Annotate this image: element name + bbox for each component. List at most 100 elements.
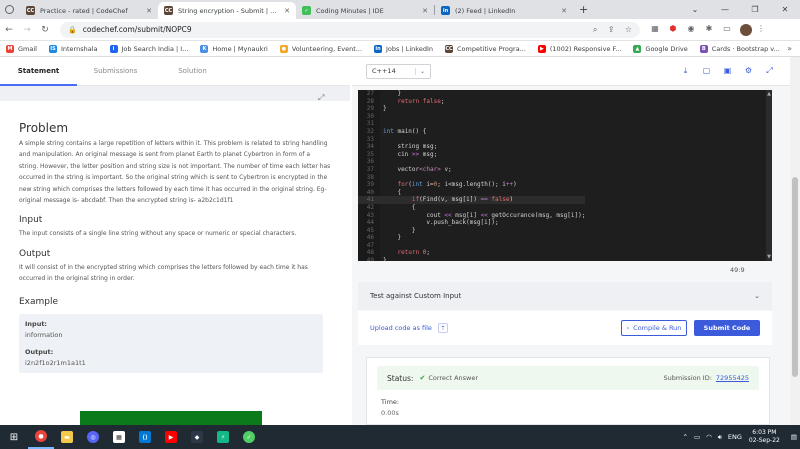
custom-input-toggle[interactable]: Test against Custom Input ⌄ [358,282,772,310]
code-line[interactable]: 43 cout << msg[i] << getOccurance(msg, m… [358,212,586,220]
code-line[interactable]: 32 int main() { [358,128,585,136]
battery-icon[interactable]: ▭ [694,433,700,441]
submit-code-button[interactable]: Submit Code [694,320,760,336]
language-indicator[interactable]: ENG [728,433,742,441]
back-button[interactable]: ← [0,25,18,35]
browser-tab[interactable]: CC Practice - rated | CodeChef ✕ [20,2,158,19]
restore-button[interactable]: ❐ [740,5,770,14]
puzzle-icon[interactable]: ✱ [702,24,716,35]
bookmark-item[interactable]: in Jobs | LinkedIn [374,44,433,53]
notification-icon[interactable]: ▤ [791,433,797,441]
scroll-down-icon[interactable]: ▼ [766,254,772,260]
bookmark-item[interactable]: ▲ Google Drive [633,44,688,53]
chevron-up-icon[interactable]: ⌃ [683,433,688,441]
minimize-button[interactable]: — [710,5,740,14]
tab-submissions[interactable]: Submissions [77,67,154,75]
vscode-icon[interactable]: ⟨⟩ [132,425,158,449]
close-window-button[interactable]: ✕ [770,5,800,14]
menu-icon[interactable]: ⋮ [754,24,768,35]
discord-icon[interactable]: ◎ [80,425,106,449]
url-text[interactable]: codechef.com/submit/NOPC9 [83,25,585,34]
editor-scrollbar[interactable]: ▲ ▼ [766,90,772,261]
forward-button[interactable]: → [18,25,36,35]
save-icon[interactable]: ▣ [721,66,734,77]
upload-icon[interactable]: ⇡ [437,323,448,333]
code-line[interactable]: 49} [358,257,585,261]
code-line[interactable]: 42 { [358,204,585,212]
scroll-up-icon[interactable]: ▲ [766,91,772,97]
code-line[interactable]: 33 [358,136,585,144]
code-line[interactable]: 27 } [358,90,585,98]
red-extension-icon[interactable]: ⬢ [666,24,680,35]
code-line[interactable]: 29} [358,105,585,113]
code-line[interactable]: 41 if(Find(v, msg[i]) == false) [358,196,586,204]
tab-solution[interactable]: Solution [154,67,231,75]
code-line[interactable]: 47 [358,242,585,250]
code-line[interactable]: 30 [358,113,585,121]
bookmark-item[interactable]: CC Competitive Progra... [445,44,526,53]
code-editor[interactable]: 27 } 28 return false; 29} 30 31 32 int main() … [358,90,772,261]
tab-search-icon[interactable]: ⌄ [680,5,710,14]
code-line[interactable]: 34 string msg; [358,143,585,151]
address-bar[interactable]: 🔒 codechef.com/submit/NOPC9 ⌕ ⇪ ☆ [60,21,640,38]
calendar-icon[interactable]: ▦ [106,425,132,449]
code-line[interactable]: 45 } [358,227,585,235]
app-icon[interactable]: ⚡ [210,425,236,449]
bookmark-item[interactable]: ● Volunteering, Event... [279,44,362,53]
volume-icon[interactable]: 🔊︎ [718,433,722,442]
tab-statement[interactable]: Statement [0,67,77,75]
close-tab-icon[interactable]: ✕ [284,7,290,15]
page-scroll-thumb[interactable] [792,177,798,377]
lock-icon[interactable]: 🔒 [68,26,77,34]
settings-icon[interactable]: ⚙ [742,66,755,77]
code-line[interactable]: 46 } [358,234,585,242]
clock[interactable]: 6:03 PM 02-Sep-22 [749,429,780,445]
submission-id-link[interactable]: 72955425 [716,374,749,382]
bookmark-item[interactable]: B Cards · Bootstrap v... [699,44,780,53]
upload-code-link[interactable]: Upload code as file ⇡ [370,323,448,333]
browser-tab[interactable]: in (2) Feed | LinkedIn ✕ [435,2,573,19]
language-select[interactable]: C++14 ⌄ [366,63,431,79]
comment-icon[interactable]: ▢ [700,66,713,77]
code-line[interactable]: 40 { [358,189,585,197]
share-icon[interactable]: ⇪ [608,25,615,34]
profile-avatar[interactable] [740,23,752,36]
reload-button[interactable]: ↻ [36,25,54,35]
code-line[interactable]: 31 [358,120,585,128]
more-bookmarks-icon[interactable]: » [787,44,792,53]
bookmark-item[interactable]: IS Internshala [48,44,98,53]
fullscreen-icon[interactable]: ⤢ [763,66,776,77]
browser-tab[interactable]: CC String encryption - Submit | Code ✕ [158,2,296,19]
bookmark-item[interactable]: M Gmail [6,44,37,53]
shield-icon[interactable]: ◆ [184,425,210,449]
code-line[interactable]: 37 vector<char> v; [358,166,585,174]
browser-tab[interactable]: ✓ Coding Minutes | IDE ✕ [296,2,434,19]
window-menu-icon[interactable] [5,5,14,14]
page-scrollbar[interactable] [790,57,800,425]
code-line[interactable]: 36 [358,158,585,166]
reading-list-icon[interactable]: ▭ [720,24,734,35]
bookmark-item[interactable]: K Home | Mynaukri [200,44,268,53]
youtube-icon[interactable]: ▶ [158,425,184,449]
download-icon[interactable]: ⤓ [679,66,692,77]
code-line[interactable]: 38 [358,174,585,182]
wifi-icon[interactable]: ◠ [706,433,712,441]
expand-icon[interactable]: ⤢ [318,93,324,103]
new-tab-button[interactable]: + [579,3,588,16]
close-tab-icon[interactable]: ✕ [561,7,567,15]
close-tab-icon[interactable]: ✕ [146,7,152,15]
code-line[interactable]: 44 v.push_back(msg[i]); [358,219,585,227]
green-app-icon[interactable]: ✓ [236,425,262,449]
code-line[interactable]: 39 for(int i=0; i<msg.length(); i++) [358,181,585,189]
windows-start-icon[interactable]: ⊞ [0,432,28,443]
code-line[interactable]: 35 cin >> msg; [358,151,585,159]
bookmark-item[interactable]: ▶ (1002) Responsive F... [537,44,621,53]
code-line[interactable]: 28 return false; [358,98,585,106]
chrome-icon[interactable]: ● [28,425,54,449]
lock-extension-icon[interactable]: ◉ [684,24,698,35]
bookmark-star-icon[interactable]: ☆ [625,25,632,34]
code-lines[interactable]: 27 } 28 return false; 29} 30 31 32 int main() … [358,90,586,261]
bookmark-item[interactable]: i Job Search India | I... [109,44,188,53]
code-line[interactable]: 48 return 0; [358,249,585,257]
grid-extension-icon[interactable]: ▦ [648,24,662,35]
